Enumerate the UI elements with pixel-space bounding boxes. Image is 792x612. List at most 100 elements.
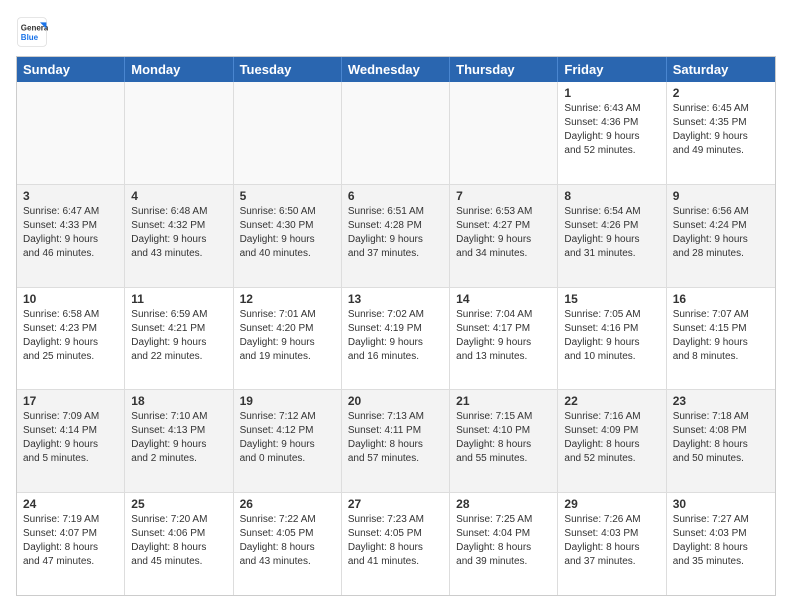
day-info: Sunrise: 7:16 AM Sunset: 4:09 PM Dayligh… (564, 410, 659, 466)
day-info: Sunrise: 6:53 AM Sunset: 4:27 PM Dayligh… (456, 205, 551, 261)
day-info: Sunrise: 6:43 AM Sunset: 4:36 PM Dayligh… (564, 102, 659, 158)
day-info: Sunrise: 6:59 AM Sunset: 4:21 PM Dayligh… (131, 308, 226, 364)
day-info: Sunrise: 7:02 AM Sunset: 4:19 PM Dayligh… (348, 308, 443, 364)
day-number: 2 (673, 86, 769, 100)
day-number: 27 (348, 497, 443, 511)
day-number: 19 (240, 394, 335, 408)
day-info: Sunrise: 7:10 AM Sunset: 4:13 PM Dayligh… (131, 410, 226, 466)
calendar-cell-3-6: 23 Sunrise: 7:18 AM Sunset: 4:08 PM Dayli… (667, 390, 775, 492)
day-info: Sunrise: 6:51 AM Sunset: 4:28 PM Dayligh… (348, 205, 443, 261)
day-number: 16 (673, 292, 769, 306)
day-number: 12 (240, 292, 335, 306)
day-info: Sunrise: 7:04 AM Sunset: 4:17 PM Dayligh… (456, 308, 551, 364)
day-info: Sunrise: 6:47 AM Sunset: 4:33 PM Dayligh… (23, 205, 118, 261)
day-info: Sunrise: 7:20 AM Sunset: 4:06 PM Dayligh… (131, 513, 226, 569)
day-info: Sunrise: 6:45 AM Sunset: 4:35 PM Dayligh… (673, 102, 769, 158)
calendar-cell-1-4: 7 Sunrise: 6:53 AM Sunset: 4:27 PM Daylig… (450, 185, 558, 287)
header-day-tuesday: Tuesday (234, 57, 342, 82)
calendar-row-3: 17Sunrise: 7:09 AM Sunset: 4:14 PM Dayli… (17, 389, 775, 492)
day-info: Sunrise: 6:54 AM Sunset: 4:26 PM Dayligh… (564, 205, 659, 261)
day-info: Sunrise: 7:22 AM Sunset: 4:05 PM Dayligh… (240, 513, 335, 569)
day-info: Sunrise: 7:27 AM Sunset: 4:03 PM Dayligh… (673, 513, 769, 569)
day-info: Sunrise: 7:26 AM Sunset: 4:03 PM Dayligh… (564, 513, 659, 569)
calendar-cell-2-5: 15 Sunrise: 7:05 AM Sunset: 4:16 PM Dayli… (558, 288, 666, 390)
calendar-cell-4-2: 26 Sunrise: 7:22 AM Sunset: 4:05 PM Dayli… (234, 493, 342, 595)
day-number: 3 (23, 189, 118, 203)
day-number: 30 (673, 497, 769, 511)
calendar-cell-0-6: 2 Sunrise: 6:45 AM Sunset: 4:35 PM Daylig… (667, 82, 775, 184)
calendar-cell-3-4: 21Sunrise: 7:15 AM Sunset: 4:10 PM Dayli… (450, 390, 558, 492)
calendar-cell-1-6: 9Sunrise: 6:56 AM Sunset: 4:24 PM Daylig… (667, 185, 775, 287)
day-info: Sunrise: 7:12 AM Sunset: 4:12 PM Dayligh… (240, 410, 335, 466)
calendar-cell-0-0 (17, 82, 125, 184)
day-info: Sunrise: 7:09 AM Sunset: 4:14 PM Dayligh… (23, 410, 118, 466)
day-info: Sunrise: 6:58 AM Sunset: 4:23 PM Dayligh… (23, 308, 118, 364)
day-number: 9 (673, 189, 769, 203)
calendar-cell-2-4: 14 Sunrise: 7:04 AM Sunset: 4:17 PM Dayli… (450, 288, 558, 390)
day-number: 15 (564, 292, 659, 306)
day-number: 23 (673, 394, 769, 408)
calendar-cell-1-2: 5Sunrise: 6:50 AM Sunset: 4:30 PM Daylig… (234, 185, 342, 287)
header-day-sunday: Sunday (17, 57, 125, 82)
day-number: 1 (564, 86, 659, 100)
header-day-monday: Monday (125, 57, 233, 82)
svg-text:Blue: Blue (21, 33, 39, 42)
day-number: 8 (564, 189, 659, 203)
calendar-cell-1-3: 6 Sunrise: 6:51 AM Sunset: 4:28 PM Daylig… (342, 185, 450, 287)
calendar-row-2: 10 Sunrise: 6:58 AM Sunset: 4:23 PM Dayli… (17, 287, 775, 390)
day-number: 13 (348, 292, 443, 306)
calendar-cell-3-1: 18 Sunrise: 7:10 AM Sunset: 4:13 PM Dayli… (125, 390, 233, 492)
header-day-saturday: Saturday (667, 57, 775, 82)
day-number: 6 (348, 189, 443, 203)
day-number: 20 (348, 394, 443, 408)
calendar-cell-1-5: 8 Sunrise: 6:54 AM Sunset: 4:26 PM Daylig… (558, 185, 666, 287)
day-info: Sunrise: 7:25 AM Sunset: 4:04 PM Dayligh… (456, 513, 551, 569)
day-number: 24 (23, 497, 118, 511)
day-info: Sunrise: 7:18 AM Sunset: 4:08 PM Dayligh… (673, 410, 769, 466)
calendar-cell-3-2: 19 Sunrise: 7:12 AM Sunset: 4:12 PM Dayli… (234, 390, 342, 492)
calendar-cell-2-6: 16 Sunrise: 7:07 AM Sunset: 4:15 PM Dayli… (667, 288, 775, 390)
calendar-row-1: 3 Sunrise: 6:47 AM Sunset: 4:33 PM Daylig… (17, 184, 775, 287)
day-number: 10 (23, 292, 118, 306)
day-info: Sunrise: 6:48 AM Sunset: 4:32 PM Dayligh… (131, 205, 226, 261)
day-number: 28 (456, 497, 551, 511)
calendar-cell-4-3: 27Sunrise: 7:23 AM Sunset: 4:05 PM Dayli… (342, 493, 450, 595)
logo: General Blue (16, 16, 52, 48)
calendar-cell-0-1 (125, 82, 233, 184)
calendar-cell-0-2 (234, 82, 342, 184)
header-day-friday: Friday (558, 57, 666, 82)
calendar-cell-0-3 (342, 82, 450, 184)
calendar-cell-2-0: 10 Sunrise: 6:58 AM Sunset: 4:23 PM Dayli… (17, 288, 125, 390)
day-info: Sunrise: 7:13 AM Sunset: 4:11 PM Dayligh… (348, 410, 443, 466)
day-number: 22 (564, 394, 659, 408)
day-number: 11 (131, 292, 226, 306)
calendar-body: 1 Sunrise: 6:43 AM Sunset: 4:36 PM Daylig… (17, 82, 775, 595)
day-info: Sunrise: 7:15 AM Sunset: 4:10 PM Dayligh… (456, 410, 551, 466)
day-number: 26 (240, 497, 335, 511)
calendar-cell-2-2: 12 Sunrise: 7:01 AM Sunset: 4:20 PM Dayli… (234, 288, 342, 390)
header-day-thursday: Thursday (450, 57, 558, 82)
calendar-cell-1-1: 4Sunrise: 6:48 AM Sunset: 4:32 PM Daylig… (125, 185, 233, 287)
day-info: Sunrise: 6:50 AM Sunset: 4:30 PM Dayligh… (240, 205, 335, 261)
day-number: 29 (564, 497, 659, 511)
day-number: 18 (131, 394, 226, 408)
header-day-wednesday: Wednesday (342, 57, 450, 82)
calendar-cell-3-5: 22 Sunrise: 7:16 AM Sunset: 4:09 PM Dayli… (558, 390, 666, 492)
calendar-cell-0-5: 1 Sunrise: 6:43 AM Sunset: 4:36 PM Daylig… (558, 82, 666, 184)
logo-icon: General Blue (16, 16, 48, 48)
calendar-cell-4-4: 28 Sunrise: 7:25 AM Sunset: 4:04 PM Dayli… (450, 493, 558, 595)
day-number: 7 (456, 189, 551, 203)
calendar-cell-0-4 (450, 82, 558, 184)
header: General Blue (16, 16, 776, 48)
calendar-cell-3-3: 20 Sunrise: 7:13 AM Sunset: 4:11 PM Dayli… (342, 390, 450, 492)
calendar-header: SundayMondayTuesdayWednesdayThursdayFrid… (17, 57, 775, 82)
day-number: 25 (131, 497, 226, 511)
day-number: 14 (456, 292, 551, 306)
calendar-row-4: 24Sunrise: 7:19 AM Sunset: 4:07 PM Dayli… (17, 492, 775, 595)
calendar-cell-4-6: 30 Sunrise: 7:27 AM Sunset: 4:03 PM Dayli… (667, 493, 775, 595)
calendar-row-0: 1 Sunrise: 6:43 AM Sunset: 4:36 PM Daylig… (17, 82, 775, 184)
calendar-cell-1-0: 3 Sunrise: 6:47 AM Sunset: 4:33 PM Daylig… (17, 185, 125, 287)
day-info: Sunrise: 7:01 AM Sunset: 4:20 PM Dayligh… (240, 308, 335, 364)
day-info: Sunrise: 7:05 AM Sunset: 4:16 PM Dayligh… (564, 308, 659, 364)
day-info: Sunrise: 7:07 AM Sunset: 4:15 PM Dayligh… (673, 308, 769, 364)
